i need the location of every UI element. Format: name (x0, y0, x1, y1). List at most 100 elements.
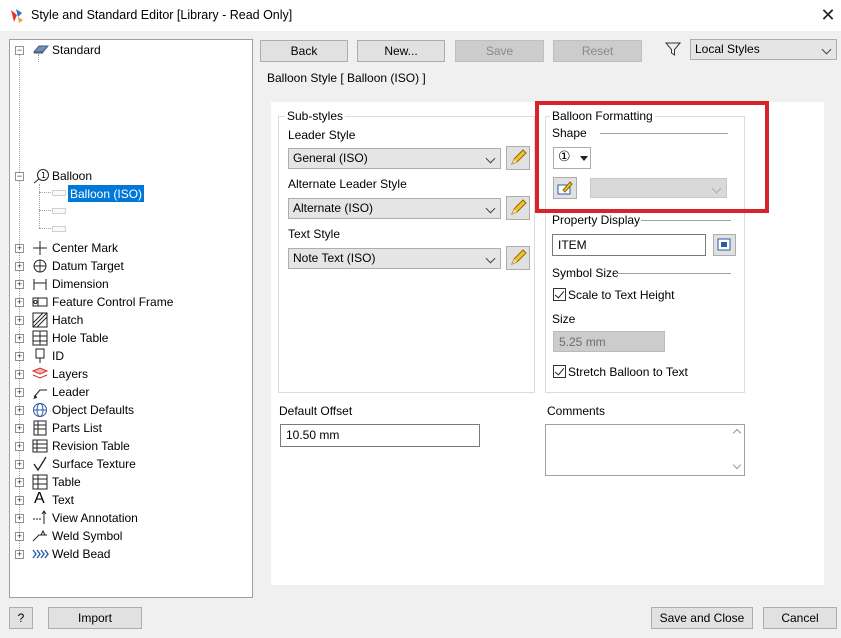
tree-item-hole-table[interactable]: + Hole Table (10, 329, 250, 347)
tree-item-standard[interactable]: − Standard (10, 41, 250, 59)
cancel-button[interactable]: Cancel (763, 607, 837, 629)
expand-icon[interactable]: + (15, 496, 24, 505)
tree-item-label: Leader (52, 385, 90, 399)
scale-to-text-height-checkbox[interactable] (553, 288, 566, 301)
balloon-icon: 1 (32, 168, 49, 184)
expand-icon[interactable]: + (15, 352, 24, 361)
view-annotation-icon (32, 510, 48, 526)
property-display-label: Property Display (552, 213, 641, 227)
tree-item-balloon-iso[interactable]: Balloon (ISO) (68, 185, 145, 202)
property-display-field[interactable]: ITEM (552, 234, 706, 256)
scroll-down-icon[interactable] (732, 460, 742, 470)
tree-item-label: ID (52, 349, 64, 363)
tree-item-layers[interactable]: + Layers (10, 365, 250, 383)
leader-style-dropdown[interactable]: General (ISO) (288, 148, 501, 169)
expand-icon[interactable]: + (15, 370, 24, 379)
pencil-icon (511, 249, 527, 265)
datum-target-icon (32, 258, 48, 274)
expand-icon[interactable]: + (15, 334, 24, 343)
scroll-up-icon[interactable] (732, 428, 742, 438)
parts-list-icon (32, 420, 48, 436)
tree-item-label: Balloon (52, 169, 93, 183)
expand-icon[interactable]: + (15, 424, 24, 433)
property-chooser-button[interactable] (713, 234, 736, 256)
text-icon: A (34, 490, 45, 507)
expand-icon[interactable]: + (15, 262, 24, 271)
tree-item-id[interactable]: + ID (10, 347, 250, 365)
help-button[interactable]: ? (9, 607, 33, 629)
tree-item-label: Weld Symbol (52, 529, 123, 543)
tree-item-label: Dimension (52, 277, 109, 291)
text-style-dropdown[interactable]: Note Text (ISO) (288, 248, 501, 269)
tree-item-label: Datum Target (52, 259, 124, 273)
tree-item-view-annotation[interactable]: + View Annotation (10, 509, 250, 527)
text-style-value: Note Text (ISO) (293, 251, 376, 265)
expand-icon[interactable]: + (15, 316, 24, 325)
tree-item-label: Standard (52, 43, 101, 57)
tree-item-dimension[interactable]: + Dimension (10, 275, 250, 293)
expand-icon[interactable]: + (15, 298, 24, 307)
close-icon[interactable]: ✕ (818, 5, 838, 25)
expand-icon[interactable]: + (15, 532, 24, 541)
edit-text-style-button[interactable] (506, 246, 530, 270)
tree-item-text[interactable]: + A Text (10, 491, 250, 509)
tree-item-revision-table[interactable]: + Revision Table (10, 437, 250, 455)
text-style-label: Text Style (288, 227, 341, 241)
tree-connector (39, 192, 51, 193)
tree-item-balloon[interactable]: − 1 Balloon (10, 167, 250, 185)
collapse-icon[interactable]: − (15, 46, 24, 55)
expand-icon[interactable]: + (15, 244, 24, 253)
style-filter-dropdown[interactable]: Local Styles (690, 39, 837, 60)
tree-item-weld-bead[interactable]: + Weld Bead (10, 545, 250, 563)
edit-leader-style-button[interactable] (506, 146, 530, 170)
alternate-leader-style-dropdown[interactable]: Alternate (ISO) (288, 198, 501, 219)
app-logo-icon (8, 7, 26, 25)
chevron-down-icon (485, 153, 496, 164)
tree-item-surface-texture[interactable]: + Surface Texture (10, 455, 250, 473)
tree-item-datum-target[interactable]: + Datum Target (10, 257, 250, 275)
default-offset-field[interactable]: 10.50 mm (280, 424, 480, 447)
style-tree[interactable]: − Standard − 1 Balloon Balloon (ISO) + C… (9, 39, 253, 598)
size-field[interactable]: 5.25 mm (553, 331, 665, 352)
expand-icon[interactable]: + (15, 442, 24, 451)
save-button[interactable]: Save (455, 40, 544, 62)
leader-style-value: General (ISO) (293, 151, 368, 165)
tree-item-weld-symbol[interactable]: + Weld Symbol (10, 527, 250, 545)
tree-item-hatch[interactable]: + Hatch (10, 311, 250, 329)
save-and-close-button[interactable]: Save and Close (651, 607, 753, 629)
collapse-icon[interactable]: − (15, 172, 24, 181)
dimension-icon (32, 276, 48, 292)
property-display-separator (641, 220, 731, 221)
id-icon (32, 348, 48, 364)
expand-icon[interactable]: + (15, 388, 24, 397)
comments-textarea[interactable] (545, 424, 745, 476)
expand-icon[interactable]: + (15, 280, 24, 289)
tree-item-label: View Annotation (52, 511, 138, 525)
tree-item-table[interactable]: + Table (10, 473, 250, 491)
tree-item-parts-list[interactable]: + Parts List (10, 419, 250, 437)
expand-icon[interactable]: + (15, 550, 24, 559)
reset-button[interactable]: Reset (553, 40, 642, 62)
tree-item-feature-control-frame[interactable]: + Feature Control Frame (10, 293, 250, 311)
pencil-icon (511, 199, 527, 215)
help-icon: ? (17, 611, 25, 625)
stretch-balloon-checkbox[interactable] (553, 365, 566, 378)
expand-icon[interactable]: + (15, 406, 24, 415)
tree-item-label: Revision Table (52, 439, 130, 453)
tree-item-label: Hatch (52, 313, 84, 327)
tree-item-label: Layers (52, 367, 89, 381)
size-label: Size (552, 312, 576, 326)
layers-icon (31, 366, 49, 382)
back-button[interactable]: Back (260, 40, 348, 62)
expand-icon[interactable]: + (15, 460, 24, 469)
tree-item-leader[interactable]: + Leader (10, 383, 250, 401)
expand-icon[interactable]: + (15, 514, 24, 523)
surface-texture-icon (32, 456, 48, 472)
import-button[interactable]: Import (48, 607, 142, 629)
new-button[interactable]: New... (357, 40, 445, 62)
edit-alternate-leader-style-button[interactable] (506, 196, 530, 220)
tree-item-object-defaults[interactable]: + Object Defaults (10, 401, 250, 419)
tree-item-label: Feature Control Frame (52, 295, 174, 309)
expand-icon[interactable]: + (15, 478, 24, 487)
tree-item-center-mark[interactable]: + Center Mark (10, 239, 250, 257)
